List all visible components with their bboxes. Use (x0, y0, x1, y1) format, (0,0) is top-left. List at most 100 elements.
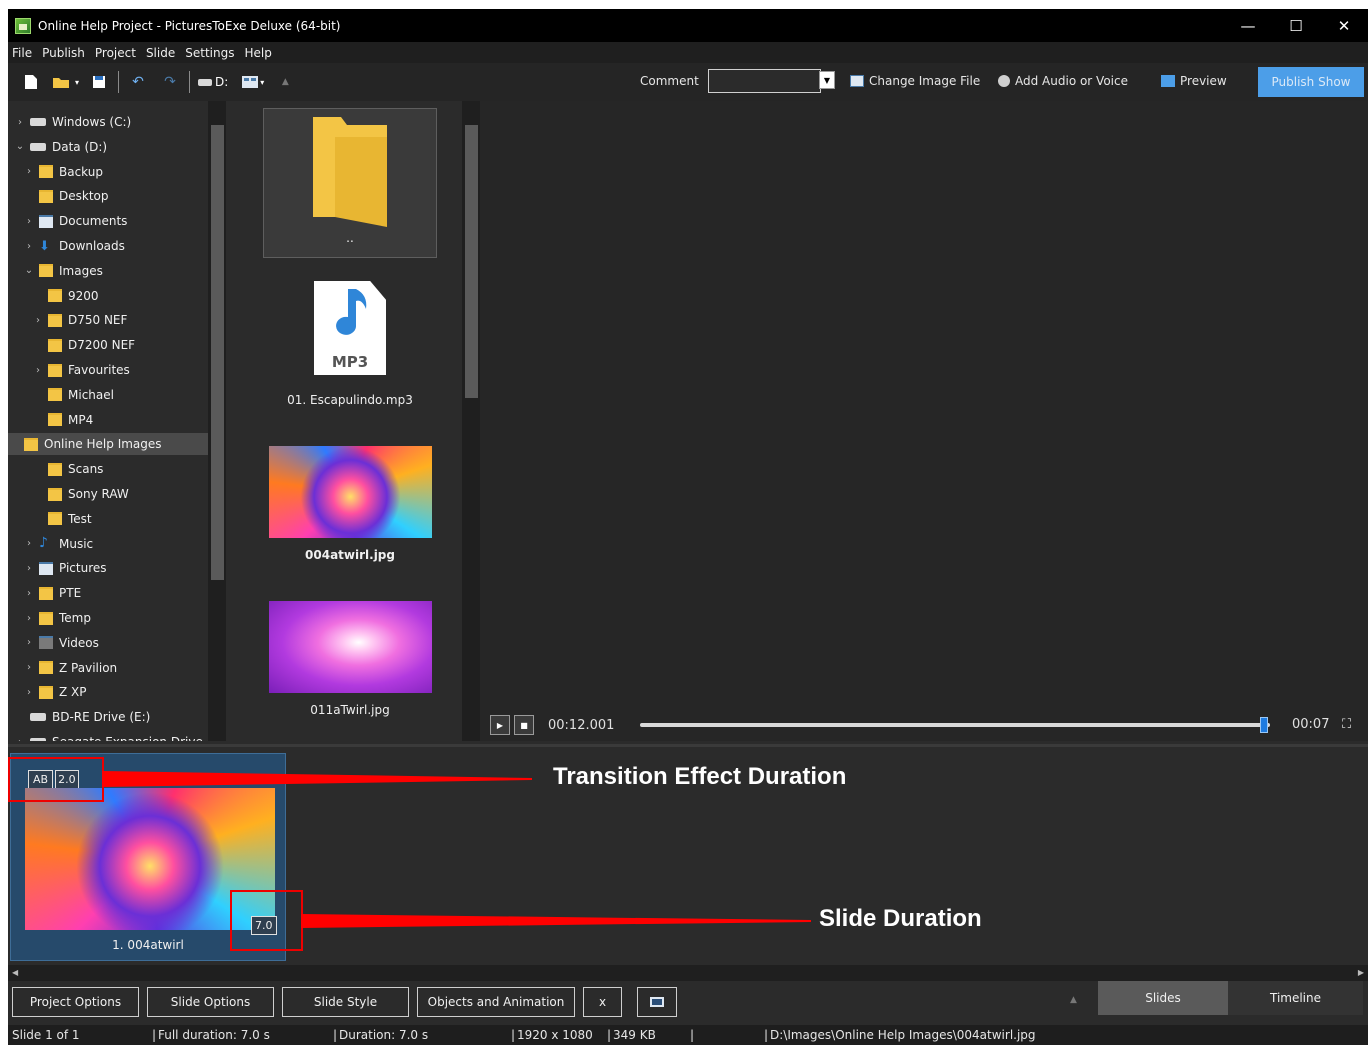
open-folder-icon[interactable] (50, 71, 72, 93)
image-file-item[interactable]: 004atwirl.jpg (263, 446, 437, 576)
objects-animation-button[interactable]: Objects and Animation (417, 987, 575, 1017)
strip-scrollbar[interactable]: ◀ ▶ (8, 965, 1368, 981)
undo-icon[interactable]: ↶ (127, 71, 149, 93)
comment-field[interactable] (708, 69, 821, 93)
tree-item[interactable]: › Pictures (23, 557, 107, 579)
files-scrollbar-thumb[interactable] (465, 125, 478, 398)
customize-button[interactable] (637, 987, 677, 1017)
tree-item[interactable]: › Videos (23, 632, 99, 654)
tree-item[interactable]: › Documents (23, 210, 127, 232)
collapsed-chevron-icon[interactable]: › (23, 613, 35, 624)
change-image-file-button[interactable]: Change Image File (850, 74, 980, 88)
menu-publish[interactable]: Publish (42, 46, 85, 60)
menu-file[interactable]: File (12, 46, 32, 60)
tree-item[interactable]: › PTE (23, 582, 81, 604)
big-folder-icon (313, 117, 387, 227)
scroll-right-icon[interactable]: ▶ (1358, 968, 1364, 977)
collapsed-chevron-icon[interactable]: › (23, 241, 35, 252)
tree-item[interactable]: › D750 NEF (32, 309, 127, 331)
tree-item[interactable]: › Favourites (32, 359, 130, 381)
stop-button[interactable]: ■ (514, 715, 534, 735)
fullscreen-icon[interactable]: ⛶ (1342, 717, 1351, 732)
tree-item[interactable]: Michael (32, 384, 114, 406)
tree-item[interactable]: Desktop (23, 185, 109, 207)
tree-item[interactable]: › Temp (23, 607, 91, 629)
maximize-button[interactable]: ☐ (1272, 9, 1320, 42)
expanded-chevron-icon[interactable]: ⌄ (14, 141, 26, 152)
tree-item[interactable]: 9200 (32, 285, 99, 307)
tree-item[interactable]: D7200 NEF (32, 334, 135, 356)
scroll-left-icon[interactable]: ◀ (12, 968, 18, 977)
menu-project[interactable]: Project (95, 46, 136, 60)
collapsed-chevron-icon[interactable]: › (23, 662, 35, 673)
collapsed-chevron-icon[interactable]: › (23, 538, 35, 549)
tree-item[interactable]: Online Help Images (8, 433, 209, 456)
minimize-button[interactable]: — (1224, 9, 1272, 42)
total-duration: 00:07 (1292, 717, 1330, 732)
collapsed-chevron-icon[interactable]: › (23, 166, 35, 177)
parent-folder-label: .. (346, 231, 354, 245)
collapsed-chevron-icon[interactable]: › (32, 365, 44, 376)
collapsed-chevron-icon[interactable]: › (23, 637, 35, 648)
slide-style-button[interactable]: Slide Style (282, 987, 409, 1017)
app-logo-icon (15, 17, 31, 34)
image-file-item[interactable]: 011aTwirl.jpg (263, 601, 437, 731)
tree-item[interactable]: › ♪ Music (23, 533, 93, 555)
collapse-icon[interactable]: ▲ (1070, 995, 1077, 1005)
tree-item[interactable]: › Z Pavilion (23, 657, 117, 679)
close-x-button[interactable]: x (583, 987, 622, 1017)
tree-item[interactable]: Sony RAW (32, 483, 129, 505)
parent-folder-item[interactable]: .. (263, 108, 437, 258)
comment-dropdown-icon[interactable]: ▼ (819, 71, 835, 89)
menu-help[interactable]: Help (244, 46, 271, 60)
tree-item[interactable]: › Windows (C:) (14, 111, 131, 133)
collapsed-chevron-icon[interactable]: › (14, 117, 26, 128)
tree-item-label: BD-RE Drive (E:) (52, 710, 151, 725)
slide-options-button[interactable]: Slide Options (147, 987, 274, 1017)
tree-item-label: Music (59, 536, 94, 551)
collapsed-chevron-icon[interactable]: › (23, 216, 35, 227)
close-button[interactable]: ✕ (1320, 9, 1368, 42)
tree-item-label: Michael (68, 387, 114, 402)
new-file-icon[interactable] (20, 71, 42, 93)
tree-item[interactable]: › Z XP (23, 681, 87, 703)
tree-item[interactable]: › ⬇ Downloads (23, 235, 125, 257)
project-options-button[interactable]: Project Options (12, 987, 139, 1017)
tree-item[interactable]: MP4 (32, 409, 93, 431)
tree-item[interactable]: › Backup (23, 161, 103, 183)
collapsed-chevron-icon[interactable]: › (32, 315, 44, 326)
tree-item[interactable]: › Seagate Expansion Drive (14, 731, 203, 741)
drive-select-icon[interactable]: D: (198, 71, 228, 93)
tree-item[interactable]: BD-RE Drive (E:) (14, 706, 150, 728)
redo-icon[interactable]: ↷ (159, 71, 181, 93)
progress-track[interactable] (640, 723, 1270, 727)
progress-handle[interactable] (1259, 717, 1268, 733)
folder-icon (48, 289, 62, 303)
slide-duration-annotation: Slide Duration (819, 905, 982, 932)
tree-scrollbar-thumb[interactable] (211, 125, 224, 580)
tree-item[interactable]: Test (32, 508, 92, 530)
view-mode-icon[interactable]: ▾ (242, 71, 264, 93)
add-audio-button[interactable]: Add Audio or Voice (998, 74, 1128, 88)
menu-slide[interactable]: Slide (146, 46, 175, 60)
publish-show-button[interactable]: Publish Show (1258, 67, 1364, 97)
tab-slides[interactable]: Slides (1098, 981, 1228, 1015)
save-icon[interactable] (88, 71, 110, 93)
collapsed-chevron-icon[interactable]: › (23, 563, 35, 574)
collapsed-chevron-icon[interactable]: › (23, 588, 35, 599)
folder-up-icon[interactable]: ▲ (274, 71, 296, 93)
play-button[interactable]: ▶ (490, 715, 510, 735)
tree-item[interactable]: ⌄ Images (23, 260, 103, 282)
preview-button[interactable]: Preview (1161, 74, 1227, 88)
mp3-file-item[interactable]: MP3 01. Escapulindo.mp3 (263, 281, 437, 411)
tree-item[interactable]: Scans (32, 458, 103, 480)
expanded-chevron-icon[interactable]: ⌄ (23, 265, 35, 276)
tree-item-label: Online Help Images (44, 437, 162, 452)
open-dropdown-icon[interactable]: ▾ (72, 71, 82, 93)
menu-settings[interactable]: Settings (185, 46, 234, 60)
collapsed-chevron-icon[interactable]: › (14, 737, 26, 742)
tree-item[interactable]: ⌄ Data (D:) (14, 136, 107, 158)
collapsed-chevron-icon[interactable]: › (23, 687, 35, 698)
drive-icon (30, 738, 46, 741)
tab-timeline[interactable]: Timeline (1228, 981, 1363, 1015)
